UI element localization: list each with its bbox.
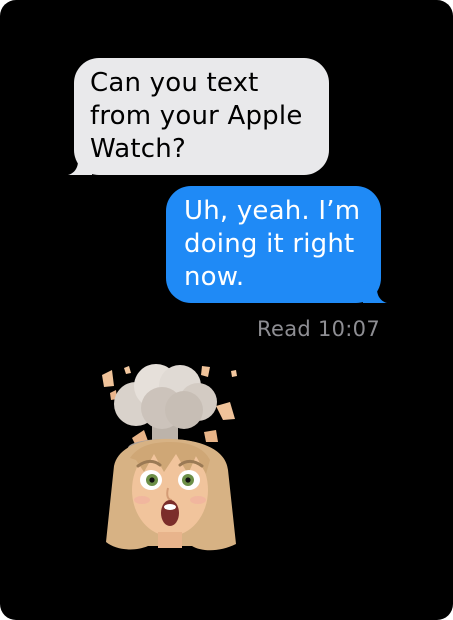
mind-blown-memoji-icon xyxy=(102,364,237,551)
incoming-message-text: Can you text from your Apple Watch? xyxy=(90,68,303,164)
outgoing-message-text: Uh, yeah. I’m doing it right now. xyxy=(184,196,361,292)
skull-fragment-icon xyxy=(102,370,114,387)
skull-fragment-icon xyxy=(201,366,210,377)
skull-fragment-icon xyxy=(231,370,237,377)
skull-fragment-icon xyxy=(124,366,131,374)
incoming-bubble-tail xyxy=(68,153,92,175)
outgoing-message-bubble[interactable]: Uh, yeah. I’m doing it right now. xyxy=(166,186,387,303)
open-mouth-icon xyxy=(161,500,179,526)
incoming-message-bubble[interactable]: Can you text from your Apple Watch? xyxy=(68,58,329,175)
watch-messages-screen: Can you text from your Apple Watch? Uh, … xyxy=(0,0,453,620)
skull-fragment-icon xyxy=(204,430,218,442)
read-receipt: Read 10:07 xyxy=(257,317,380,341)
skull-fragment-icon xyxy=(216,402,235,420)
mind-blown-memoji-sticker[interactable] xyxy=(92,362,252,562)
